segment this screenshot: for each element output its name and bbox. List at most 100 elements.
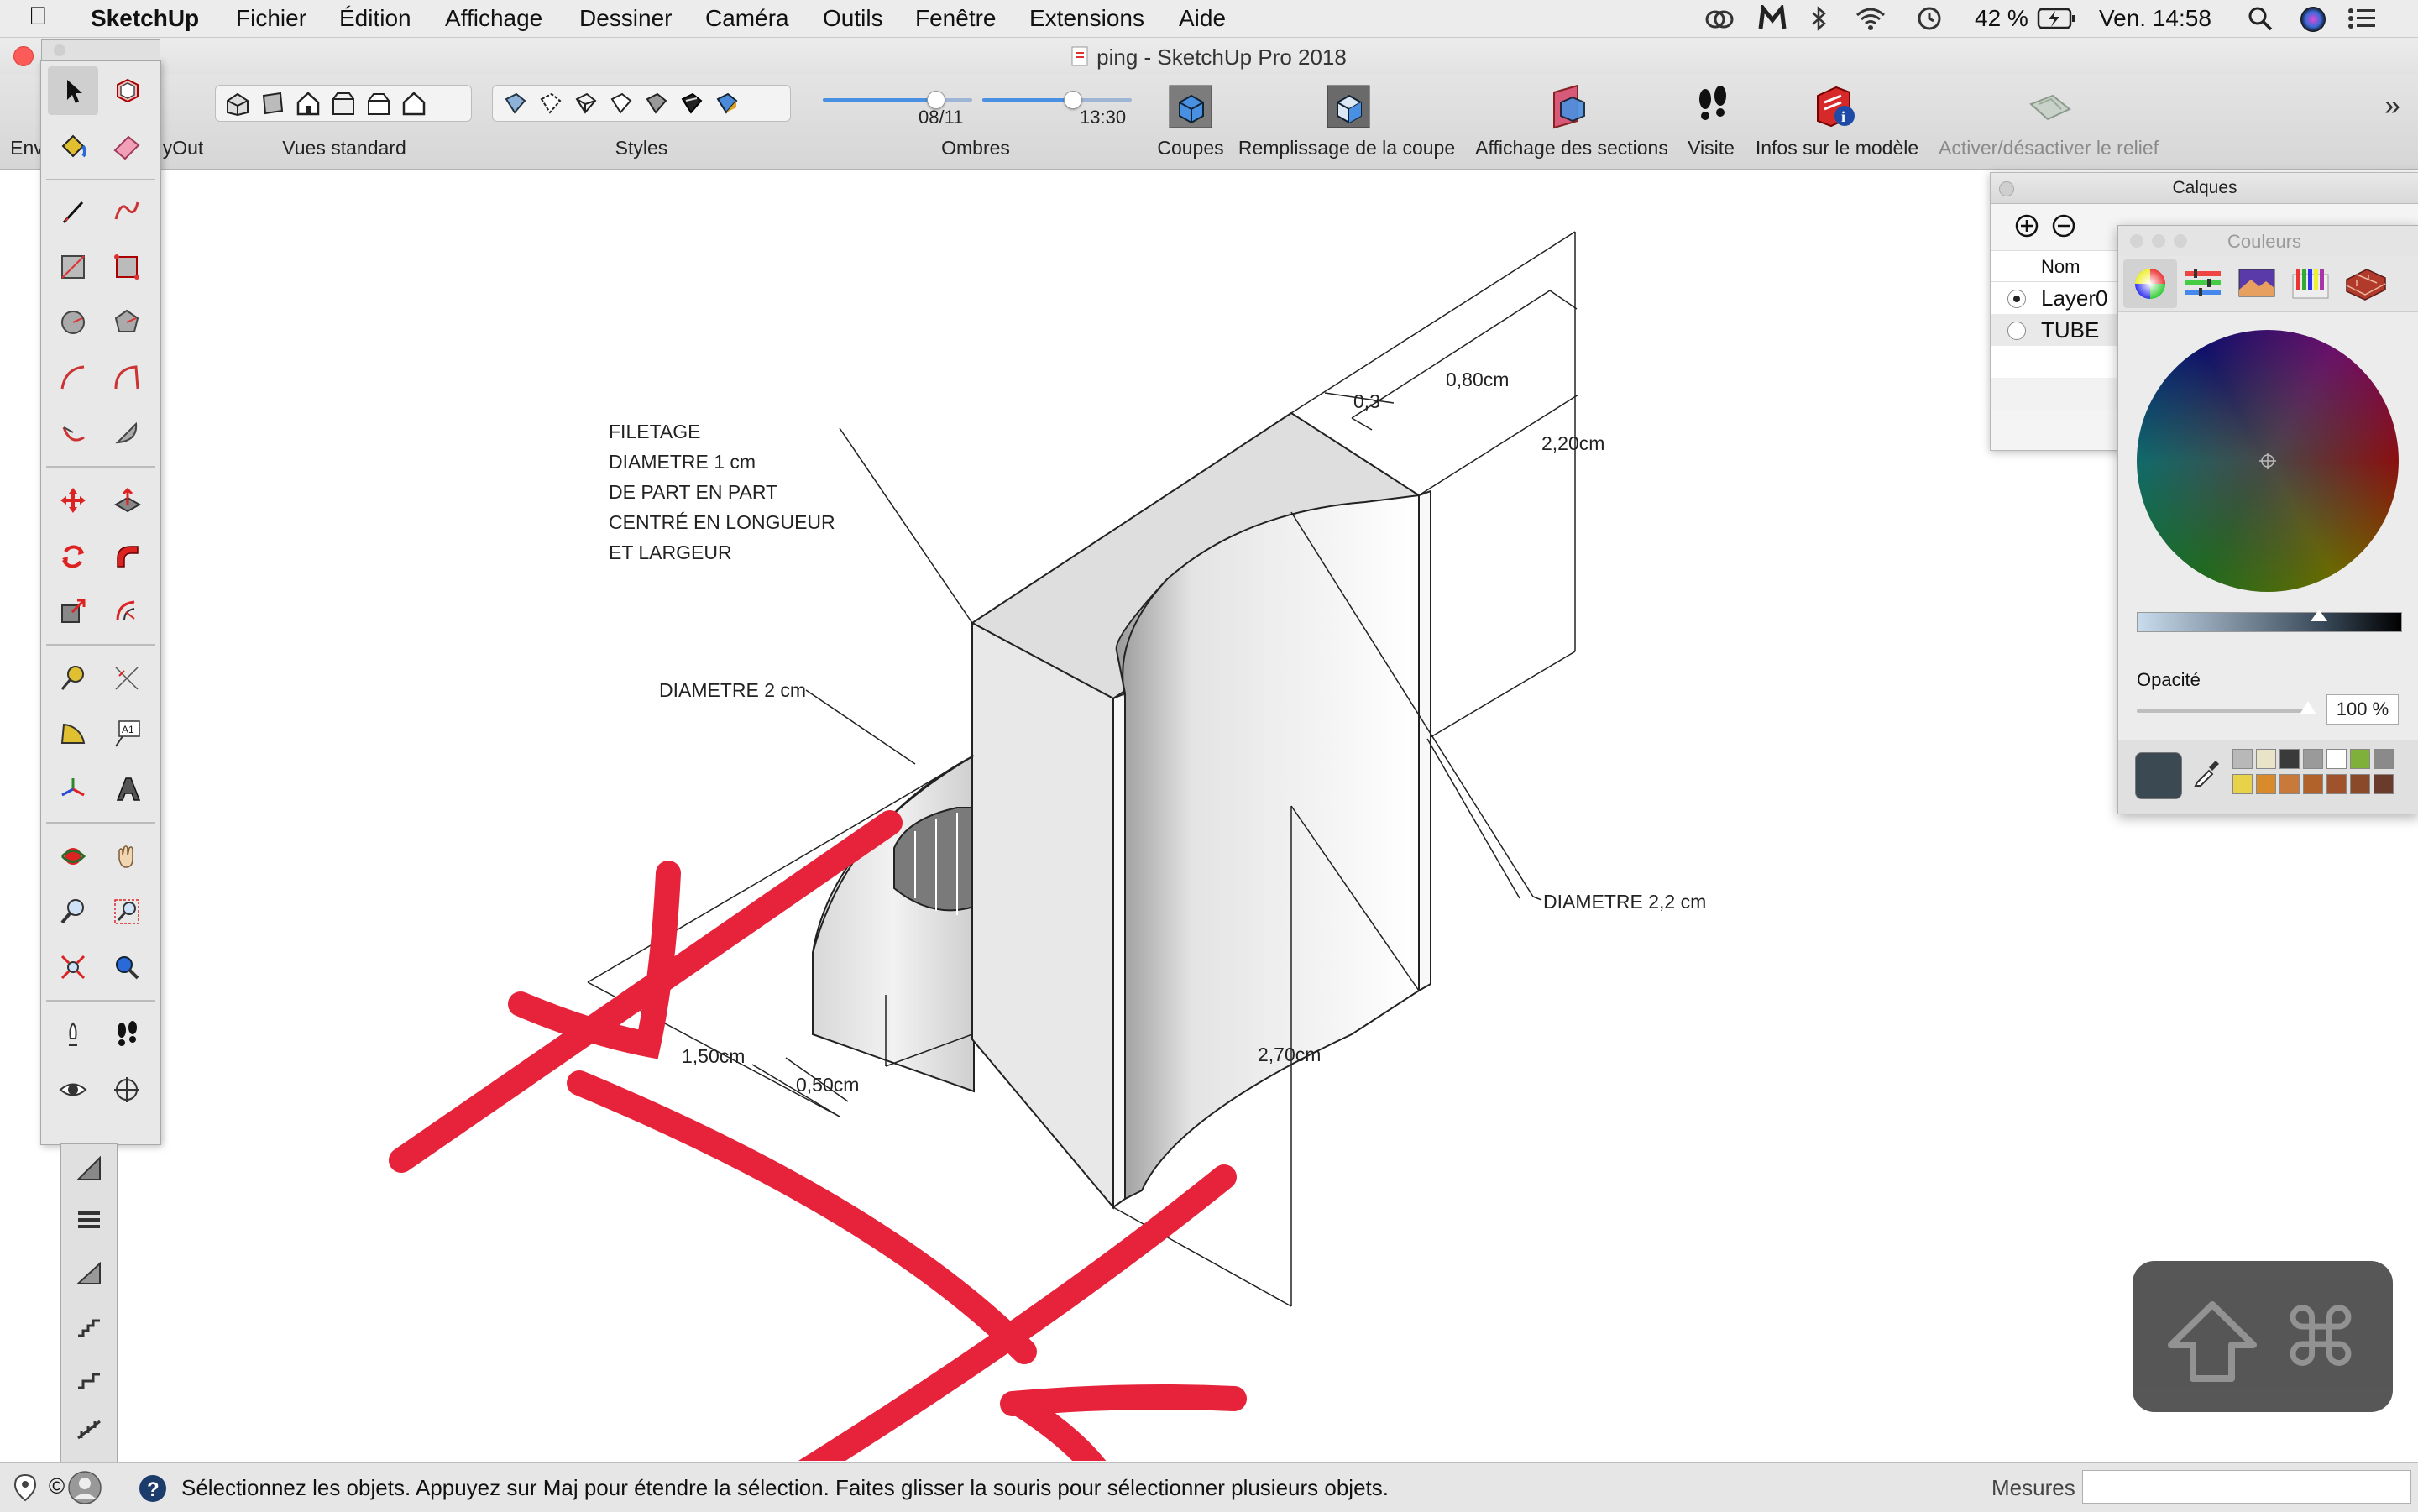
front-view-icon[interactable] (293, 88, 323, 118)
section-plane-icon[interactable] (1167, 83, 1214, 130)
stairs-landing-icon[interactable] (64, 1352, 114, 1401)
colors-panel-zoom-button[interactable] (2174, 234, 2187, 248)
layers-panel-header[interactable]: Calques (1991, 173, 2418, 204)
zoom-extents-tool-icon[interactable] (48, 943, 98, 991)
shadow-time-slider[interactable] (982, 91, 1132, 109)
menu-extensions[interactable]: Extensions (1029, 5, 1144, 32)
bluetooth-icon[interactable] (1808, 5, 1829, 36)
follow-me-tool-icon[interactable] (102, 531, 152, 580)
menu-aide[interactable]: Aide (1179, 5, 1226, 32)
color-swatch[interactable] (2303, 774, 2323, 794)
palette-title-bar[interactable] (41, 39, 160, 61)
three-point-arc-tool-icon[interactable] (48, 409, 98, 458)
stairs-ramp-icon[interactable] (64, 1248, 114, 1297)
measurements-input[interactable] (2082, 1470, 2411, 1504)
menu-dessiner[interactable]: Dessiner (579, 5, 672, 32)
current-color-well[interactable] (2135, 752, 2182, 799)
layers-column-name[interactable]: Nom (2041, 256, 2080, 278)
brightness-slider[interactable] (2137, 610, 2402, 632)
zoom-window-tool-icon[interactable] (102, 887, 152, 936)
remove-layer-icon[interactable] (2051, 213, 2076, 243)
freehand-tool-icon[interactable] (102, 187, 152, 236)
color-swatch[interactable] (2232, 774, 2253, 794)
user-avatar-icon[interactable] (67, 1470, 102, 1509)
shaded-style-icon[interactable] (641, 88, 671, 118)
tape-measure-tool-icon[interactable] (48, 654, 98, 703)
back-edges-style-icon[interactable] (535, 88, 565, 118)
left-view-icon[interactable] (399, 88, 429, 118)
color-swatch[interactable] (2350, 749, 2370, 769)
paint-bucket-icon[interactable] (48, 122, 98, 170)
model-info-icon[interactable]: i (1812, 83, 1859, 130)
wifi-icon[interactable] (1854, 5, 1887, 36)
eyedropper-icon[interactable] (2192, 759, 2221, 792)
apple-icon[interactable]:  (29, 3, 48, 31)
polygon-tool-icon[interactable] (102, 298, 152, 347)
spotlight-search-icon[interactable] (2247, 5, 2274, 36)
color-swatch[interactable] (2374, 749, 2394, 769)
battery-charging-icon[interactable] (2037, 7, 2077, 34)
circle-tool-icon[interactable] (48, 298, 98, 347)
add-layer-icon[interactable] (2014, 213, 2039, 243)
color-swatch[interactable] (2232, 749, 2253, 769)
section-fill-icon[interactable] (1325, 83, 1372, 130)
top-view-icon[interactable] (258, 88, 288, 118)
layer-active-radio[interactable] (2007, 322, 2026, 340)
scale-tool-icon[interactable] (48, 587, 98, 636)
iso-view-icon[interactable] (222, 88, 253, 118)
color-wheel-tab[interactable] (2123, 259, 2177, 308)
colors-panel-minimize-button[interactable] (2152, 234, 2165, 248)
offset-tool-icon[interactable] (102, 587, 152, 636)
menu-camera[interactable]: Caméra (705, 5, 789, 32)
section-plane-tool-icon[interactable] (102, 1065, 152, 1114)
time-machine-icon[interactable] (1916, 5, 1943, 36)
footprints-icon[interactable] (1689, 83, 1736, 130)
color-swatch[interactable] (2279, 749, 2300, 769)
terrain-toggle-icon[interactable] (2027, 83, 2074, 130)
section-fill-button-label[interactable]: Remplissage de la coupe (1238, 137, 1455, 160)
help-icon[interactable]: ? (138, 1473, 168, 1508)
layer-name[interactable]: Layer0 (2041, 285, 2108, 311)
terrain-toggle-button-label[interactable]: Activer/désactiver le relief (1939, 137, 2159, 160)
protractor-tool-icon[interactable] (48, 709, 98, 758)
color-swatch[interactable] (2326, 774, 2347, 794)
select-tool-icon[interactable] (48, 66, 98, 115)
menu-affichage[interactable]: Affichage (445, 5, 542, 32)
wireframe-style-icon[interactable] (570, 88, 600, 118)
axes-tool-icon[interactable] (48, 765, 98, 814)
opacity-knob[interactable] (2300, 701, 2316, 714)
palette-close-button[interactable] (54, 44, 65, 56)
malwarebytes-icon[interactable] (1758, 3, 1787, 36)
washer-ring[interactable] (812, 754, 975, 1093)
color-swatch[interactable] (2256, 749, 2276, 769)
dimension-tool-icon[interactable] (102, 654, 152, 703)
color-swatch[interactable] (2374, 774, 2394, 794)
shadow-date-slider[interactable] (823, 91, 972, 109)
menu-clock[interactable]: Ven. 14:58 (2099, 5, 2211, 32)
move-tool-icon[interactable] (48, 476, 98, 525)
two-point-arc-tool-icon[interactable] (102, 353, 152, 402)
look-around-tool-icon[interactable] (48, 1065, 98, 1114)
color-swatch[interactable] (2326, 749, 2347, 769)
right-view-icon[interactable] (328, 88, 359, 118)
stairs-stack-icon[interactable] (64, 1196, 114, 1245)
xray-style-icon[interactable] (500, 88, 530, 118)
menu-edition[interactable]: Édition (339, 5, 411, 32)
text-tool-icon[interactable]: A1 (102, 709, 152, 758)
creative-cloud-icon[interactable] (1704, 7, 1735, 34)
rectangle-tool-icon[interactable] (48, 243, 98, 291)
opacity-slider[interactable] (2137, 701, 2316, 714)
geo-location-icon[interactable] (13, 1473, 37, 1506)
menu-fenetre[interactable]: Fenêtre (915, 5, 997, 32)
walk-tool-icon[interactable] (102, 1010, 152, 1059)
walk-button-label[interactable]: Visite (1688, 137, 1735, 160)
crayons-tab[interactable] (2290, 266, 2332, 304)
opacity-field[interactable]: 100 % (2326, 694, 2399, 725)
color-sliders-tab[interactable] (2182, 266, 2224, 304)
previous-view-tool-icon[interactable] (102, 943, 152, 991)
color-swatch[interactable] (2256, 774, 2276, 794)
credits-icon[interactable]: © (49, 1473, 65, 1499)
brick-texture-tab[interactable] (2343, 264, 2389, 306)
stairs-straight-icon[interactable] (64, 1300, 114, 1349)
position-camera-tool-icon[interactable] (48, 1010, 98, 1059)
